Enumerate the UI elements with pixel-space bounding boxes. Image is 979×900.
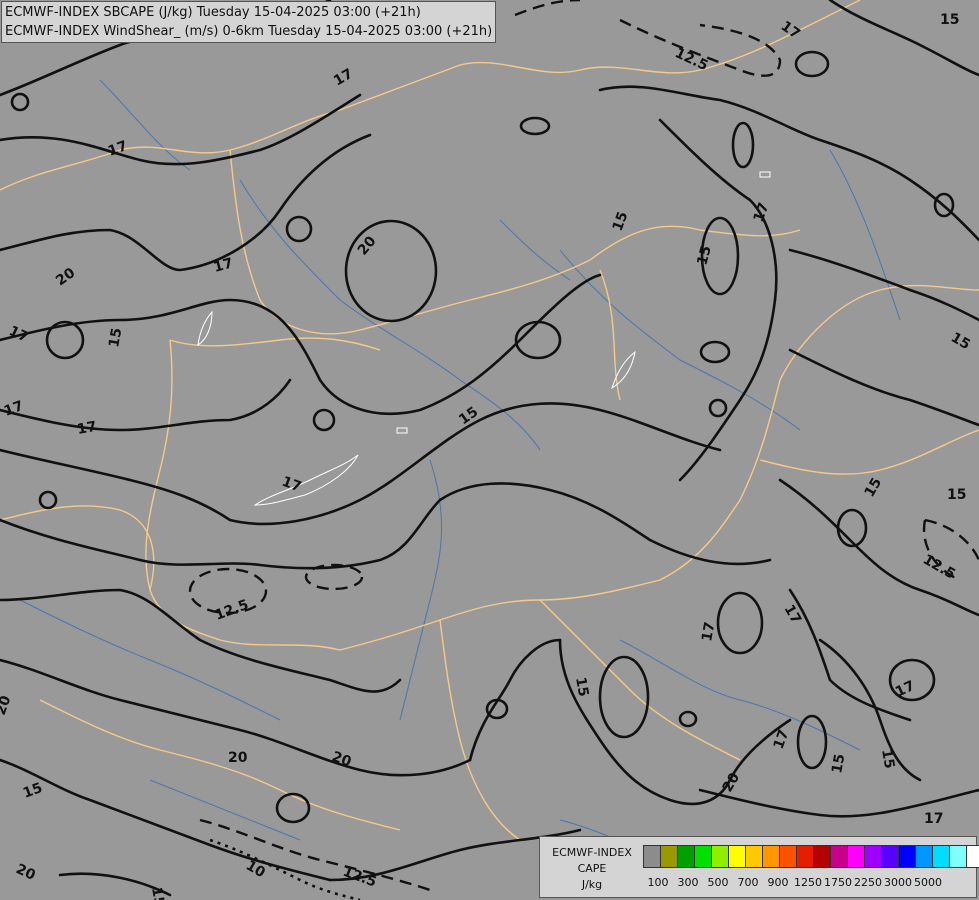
legend-tick-label: 1250	[794, 876, 822, 889]
legend-swatch	[745, 845, 763, 868]
contour-label: 15	[829, 753, 848, 775]
legend-color-scale	[643, 845, 979, 868]
legend-tick-label: 100	[647, 876, 669, 889]
legend-swatch	[643, 845, 661, 868]
legend-swatch	[677, 845, 695, 868]
legend-swatch	[847, 845, 865, 868]
contour-label: 15	[106, 327, 125, 349]
legend-tick-label: 900	[767, 876, 789, 889]
legend-title-unit: J/kg	[581, 878, 603, 891]
cape-legend: ECMWF-INDEX CAPE J/kg 100 300 500 700 900 125…	[539, 836, 979, 898]
legend-swatch	[796, 845, 814, 868]
legend-swatch	[813, 845, 831, 868]
contour-label: 15	[947, 487, 966, 503]
legend-swatch	[711, 845, 729, 868]
legend-tick-label: 5000	[914, 876, 942, 889]
weather-map: 17 15 12.5 17 17 20 15 17 17 15 20 17 15…	[0, 0, 979, 900]
legend-tick-label: 3000	[884, 876, 912, 889]
legend-swatch	[898, 845, 916, 868]
legend-title-field: CAPE	[577, 862, 607, 875]
legend-tick-label: 700	[737, 876, 759, 889]
legend-tick-label: 500	[707, 876, 729, 889]
contour-label: 15	[148, 886, 167, 900]
legend-swatch	[660, 845, 678, 868]
contour-label: 17	[699, 621, 718, 643]
legend-swatch	[915, 845, 933, 868]
contour-label: 17	[924, 811, 943, 827]
legend-swatch	[864, 845, 882, 868]
map-title-box: ECMWF-INDEX SBCAPE (J/kg) Tuesday 15-04-…	[1, 1, 497, 43]
legend-tick-label: 1750	[824, 876, 852, 889]
legend-swatch	[932, 845, 950, 868]
legend-swatch	[694, 845, 712, 868]
legend-swatch	[881, 845, 899, 868]
legend-title-model: ECMWF-INDEX	[552, 846, 632, 859]
contour-label: 15	[878, 748, 897, 770]
legend-tick-label: 300	[677, 876, 699, 889]
legend-swatch	[779, 845, 797, 868]
legend-swatch	[762, 845, 780, 868]
contour-label: 17	[76, 419, 98, 438]
contour-label: 15	[940, 12, 959, 28]
contour-label: 15	[572, 676, 591, 698]
legend-swatch	[949, 845, 967, 868]
legend-swatch	[728, 845, 746, 868]
legend-tick-label: 2250	[854, 876, 882, 889]
contour-label: 20	[228, 750, 248, 766]
legend-swatch	[966, 845, 979, 868]
title-line-cape: ECMWF-INDEX SBCAPE (J/kg) Tuesday 15-04-…	[5, 5, 421, 20]
legend-swatch	[830, 845, 848, 868]
title-line-windshear: ECMWF-INDEX WindShear_ (m/s) 0-6km Tuesd…	[5, 24, 493, 39]
